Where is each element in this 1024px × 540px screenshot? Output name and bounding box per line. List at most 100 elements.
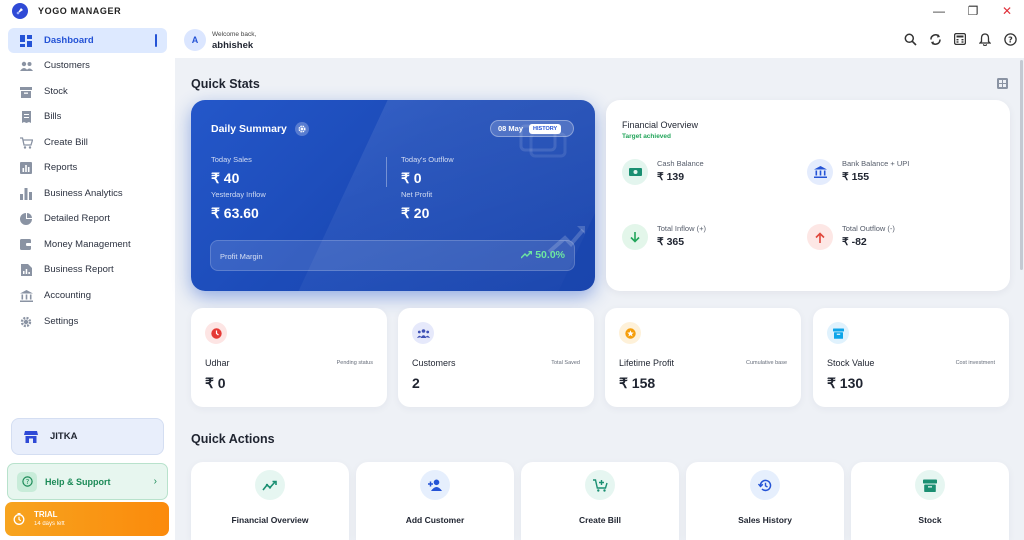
layout-grid-icon[interactable] [997, 78, 1008, 89]
lifetime-profit-card[interactable]: Lifetime Profit Cumulative base ₹ 158 [605, 308, 801, 407]
sidebar-item-bills[interactable]: Bills [8, 104, 167, 129]
sidebar-item-stock[interactable]: Stock [8, 79, 167, 104]
action-stock[interactable]: Stock [851, 462, 1009, 540]
yesterday-inflow-value: ₹ 63.60 [211, 205, 259, 221]
store-card[interactable]: JITKA [11, 418, 164, 455]
profit-margin-value: 50.0% [535, 249, 565, 261]
cash-balance-value: ₹ 139 [657, 171, 685, 183]
today-outflow-value: ₹ 0 [401, 170, 422, 186]
bank-icon [807, 159, 833, 185]
sidebar-item-label: Money Management [44, 239, 131, 250]
customers-value: 2 [412, 375, 420, 391]
udhar-label: Udhar [205, 358, 230, 368]
udhar-card[interactable]: Udhar Pending status ₹ 0 [191, 308, 387, 407]
udhar-value: ₹ 0 [205, 375, 226, 391]
sidebar-item-label: Settings [44, 316, 79, 327]
active-indicator [155, 34, 157, 47]
bank-balance-item: Bank Balance + UPI ₹ 155 [807, 159, 987, 189]
quick-actions-title: Quick Actions [191, 432, 275, 446]
report-icon [18, 160, 34, 176]
action-create-bill[interactable]: Create Bill [521, 462, 679, 540]
bank-balance-value: ₹ 155 [842, 171, 870, 183]
gear-icon [18, 314, 34, 330]
sidebar-item-label: Reports [44, 162, 78, 173]
scrollbar[interactable] [1019, 58, 1024, 540]
customers-note: Total Saved [551, 360, 580, 366]
app-logo-icon [12, 3, 28, 19]
total-inflow-item: Total Inflow (+) ₹ 365 [622, 224, 802, 254]
sync-icon[interactable] [927, 31, 943, 47]
total-inflow-label: Total Inflow (+) [657, 224, 706, 233]
target-status: Target achieved [622, 133, 672, 140]
total-outflow-label: Total Outflow (-) [842, 224, 895, 233]
username: abhishek [212, 40, 254, 51]
action-label: Create Bill [578, 515, 622, 525]
action-add-customer[interactable]: Add Customer [356, 462, 514, 540]
help-icon[interactable]: ? [1002, 31, 1018, 47]
arrow-up-icon [807, 224, 833, 250]
add-person-icon [420, 470, 450, 500]
header: A Welcome back, abhishek ? [175, 22, 1024, 58]
stock-value-card[interactable]: Stock Value Cost investment ₹ 130 [813, 308, 1009, 407]
action-label: Add Customer [405, 515, 465, 525]
sidebar-item-label: Create Bill [44, 137, 88, 148]
sidebar-item-label: Accounting [44, 290, 92, 301]
trial-days-left: 14 days left [34, 521, 65, 527]
sidebar-item-business-analytics[interactable]: Business Analytics [8, 181, 167, 206]
sidebar-item-business-report[interactable]: Business Report [8, 257, 167, 282]
customers-card[interactable]: Customers Total Saved 2 [398, 308, 594, 407]
gear-icon[interactable] [295, 122, 309, 136]
today-sales-value: ₹ 40 [211, 170, 240, 186]
net-profit-label: Net Profit [401, 190, 433, 199]
sidebar-item-create-bill[interactable]: Create Bill [8, 130, 167, 155]
box-icon [18, 84, 34, 100]
store-icon [24, 430, 38, 443]
sidebar-item-customers[interactable]: Customers [8, 53, 167, 78]
wallet-icon [18, 237, 34, 253]
help-icon: ? [17, 471, 37, 492]
search-icon[interactable] [902, 31, 918, 47]
sidebar-item-settings[interactable]: Settings [8, 309, 167, 334]
calculator-icon[interactable] [952, 31, 968, 47]
stock-value-label: Stock Value [827, 358, 875, 368]
yesterday-inflow-label: Yesterday Inflow [211, 190, 266, 199]
document-chart-icon [18, 262, 34, 278]
chevron-right-icon: › [153, 476, 157, 487]
store-name: JITKA [50, 431, 78, 442]
financial-overview-card: Financial Overview Target achieved Cash … [606, 100, 1010, 291]
date-selector[interactable]: 08 May HISTORY [490, 120, 574, 137]
lifetime-profit-note: Cumulative base [746, 360, 787, 366]
total-outflow-value: ₹ -82 [842, 236, 867, 248]
sidebar-item-label: Business Report [44, 264, 114, 275]
archive-icon [915, 470, 945, 500]
history-button[interactable]: HISTORY [529, 123, 562, 134]
receipt-icon [18, 109, 34, 125]
minimize-button[interactable]: — [922, 0, 956, 22]
sidebar-item-label: Dashboard [44, 35, 94, 46]
avatar[interactable]: A [184, 29, 206, 51]
group-icon [412, 322, 434, 344]
action-sales-history[interactable]: Sales History [686, 462, 844, 540]
scrollbar-thumb[interactable] [1020, 60, 1023, 270]
cash-balance-item: Cash Balance ₹ 139 [622, 159, 802, 189]
sidebar-item-reports[interactable]: Reports [8, 155, 167, 180]
action-financial-overview[interactable]: Financial Overview [191, 462, 349, 540]
sidebar-item-money-management[interactable]: Money Management [8, 232, 167, 257]
help-support-button[interactable]: ? Help & Support › [7, 463, 168, 500]
bell-icon[interactable] [977, 31, 993, 47]
cart-plus-icon [585, 470, 615, 500]
action-label: Financial Overview [231, 515, 309, 525]
close-button[interactable]: ✕ [990, 0, 1024, 22]
maximize-button[interactable]: ❐ [956, 0, 990, 22]
today-sales-label: Today Sales [211, 155, 252, 164]
arrow-down-icon [622, 224, 648, 250]
trial-badge[interactable]: TRIAL 14 days left [5, 502, 169, 536]
sidebar-item-detailed-report[interactable]: Detailed Report [8, 206, 167, 231]
sidebar-item-dashboard[interactable]: Dashboard [8, 28, 167, 53]
sidebar-item-label: Business Analytics [44, 188, 123, 199]
cash-icon [622, 159, 648, 185]
daily-summary-card: Daily Summary 08 May HISTORY Today Sales… [191, 100, 595, 291]
udhar-note: Pending status [336, 360, 373, 366]
sidebar-item-accounting[interactable]: Accounting [8, 283, 167, 308]
people-icon [18, 58, 34, 74]
